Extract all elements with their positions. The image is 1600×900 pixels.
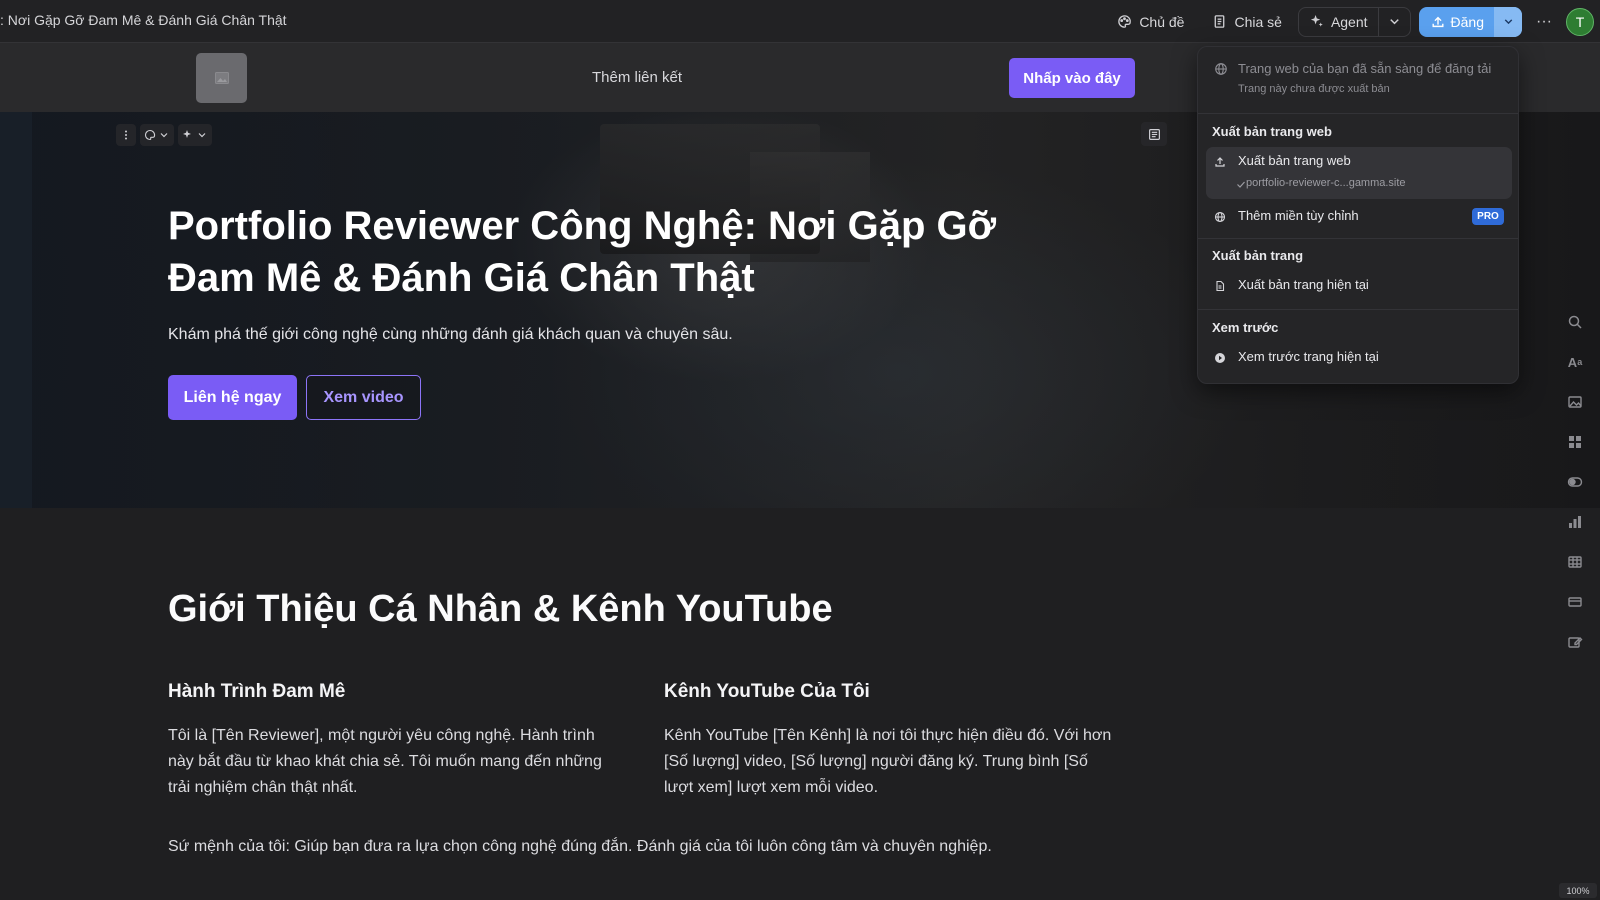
logo-placeholder[interactable] <box>196 53 247 103</box>
divider <box>1198 113 1518 114</box>
search-icon[interactable] <box>1563 310 1587 334</box>
menu-section-publish-web: Xuất bản trang web <box>1212 124 1332 139</box>
chevron-down-icon <box>1504 19 1512 25</box>
sparkle-icon <box>1310 14 1323 27</box>
agent-dropdown-button[interactable] <box>1379 8 1410 36</box>
card-notes-button[interactable] <box>1141 122 1167 146</box>
top-actions: Chủ đề Chia sẻ Agent Đăng ··· T <box>1107 0 1600 43</box>
right-column-heading[interactable]: Kênh YouTube Của Tôi <box>664 681 870 703</box>
publish-dropdown-button[interactable] <box>1494 6 1522 37</box>
theme-button[interactable]: Chủ đề <box>1107 7 1194 37</box>
published-url: portfolio-reviewer-c...gamma.site <box>1246 177 1406 189</box>
top-bar: : Nơi Gặp Gỡ Đam Mê & Đánh Giá Chân Thật… <box>0 0 1600 43</box>
page-icon <box>1216 280 1225 292</box>
menu-item-preview-current-page[interactable]: Xem trước trang hiện tại <box>1206 343 1512 373</box>
share-doc-icon <box>1215 15 1225 28</box>
share-label: Chia sẻ <box>1234 13 1282 30</box>
left-column-text[interactable]: Tôi là [Tên Reviewer], một người yêu côn… <box>168 723 623 801</box>
nav-cta-button[interactable]: Nhấp vào đây <box>1009 58 1135 98</box>
sparkle-icon <box>183 130 191 138</box>
add-link-button[interactable]: Thêm liên kết <box>592 69 682 86</box>
menu-section-publish-page: Xuất bản trang <box>1212 248 1304 263</box>
check-icon <box>1237 181 1245 188</box>
menu-item-label: Thêm miền tùy chỉnh <box>1238 208 1359 223</box>
chevron-down-icon <box>1389 19 1399 25</box>
text-style-icon[interactable]: Aa <box>1563 350 1587 374</box>
right-column-text[interactable]: Kênh YouTube [Tên Kênh] là nơi tôi thực … <box>664 723 1119 801</box>
video-icon[interactable] <box>1563 550 1587 574</box>
section-title[interactable]: Giới Thiệu Cá Nhân & Kênh YouTube <box>168 588 833 631</box>
menu-item-publish-current-page[interactable]: Xuất bản trang hiện tại <box>1206 271 1512 301</box>
publish-button[interactable]: Đăng <box>1419 7 1494 37</box>
play-circle-icon <box>1215 353 1225 363</box>
publish-status-subtitle: Trang này chưa được xuất bản <box>1238 83 1390 95</box>
menu-item-label: Xuất bản trang web <box>1238 153 1351 168</box>
palette-icon <box>144 129 156 141</box>
agent-button-group: Agent <box>1297 6 1411 37</box>
zoom-level[interactable]: 100% <box>1559 883 1597 898</box>
document-title[interactable]: : Nơi Gặp Gỡ Đam Mê & Đánh Giá Chân Thật <box>0 12 287 28</box>
watch-video-button[interactable]: Xem video <box>306 375 421 420</box>
menu-item-label: Xuất bản trang hiện tại <box>1238 277 1369 292</box>
avatar[interactable]: T <box>1566 7 1594 36</box>
publish-status-title: Trang web của bạn đã sẵn sàng để đăng tả… <box>1238 61 1492 76</box>
chart-icon[interactable] <box>1563 510 1587 534</box>
card-ai-button[interactable] <box>178 124 212 146</box>
publish-dropdown-menu: Trang web của bạn đã sẵn sàng để đăng tả… <box>1197 46 1519 384</box>
menu-section-preview: Xem trước <box>1212 320 1279 335</box>
upload-icon <box>1432 16 1444 27</box>
publish-button-group: Đăng <box>1418 6 1522 37</box>
divider <box>1198 238 1518 239</box>
contact-button[interactable]: Liên hệ ngay <box>168 375 297 420</box>
vertical-dots-icon <box>125 130 127 140</box>
left-column-heading[interactable]: Hành Trình Đam Mê <box>168 681 345 703</box>
agent-label: Agent <box>1330 13 1368 30</box>
mission-text[interactable]: Sứ mệnh của tôi: Giúp bạn đưa ra lựa chọ… <box>168 838 992 856</box>
upload-icon <box>1215 157 1225 167</box>
menu-item-publish-web[interactable]: Xuất bản trang web portfolio-reviewer-c.… <box>1206 147 1512 199</box>
chevron-down-icon <box>160 133 168 138</box>
divider <box>1198 309 1518 310</box>
card-edit-toolbar <box>116 124 212 146</box>
menu-item-label: Xem trước trang hiện tại <box>1238 349 1379 364</box>
image-icon[interactable] <box>1563 390 1587 414</box>
card-menu-button[interactable] <box>116 124 136 146</box>
notes-icon <box>1148 128 1160 140</box>
toggle-icon[interactable] <box>1563 470 1587 494</box>
hero-subtitle[interactable]: Khám phá thế giới công nghệ cùng những đ… <box>168 326 733 344</box>
publish-label: Đăng <box>1450 13 1484 30</box>
globe-icon <box>1215 63 1227 75</box>
more-options-button[interactable]: ··· <box>1532 13 1556 31</box>
form-edit-icon[interactable] <box>1563 630 1587 654</box>
pro-badge: PRO <box>1472 208 1504 225</box>
card-icon[interactable] <box>1563 590 1587 614</box>
layout-blocks-icon[interactable] <box>1563 430 1587 454</box>
card-style-button[interactable] <box>140 124 174 146</box>
share-button[interactable]: Chia sẻ <box>1202 7 1291 37</box>
chevron-down-icon <box>198 133 206 138</box>
agent-button[interactable]: Agent <box>1299 8 1378 36</box>
image-icon <box>214 72 229 84</box>
hero-title[interactable]: Portfolio Reviewer Công Nghệ: Nơi Gặp Gỡ… <box>168 200 1088 304</box>
menu-item-custom-domain[interactable]: Thêm miền tùy chỉnh PRO <box>1206 202 1512 232</box>
globe-icon <box>1214 211 1226 223</box>
theme-label: Chủ đề <box>1139 13 1185 30</box>
palette-icon <box>1118 15 1132 28</box>
